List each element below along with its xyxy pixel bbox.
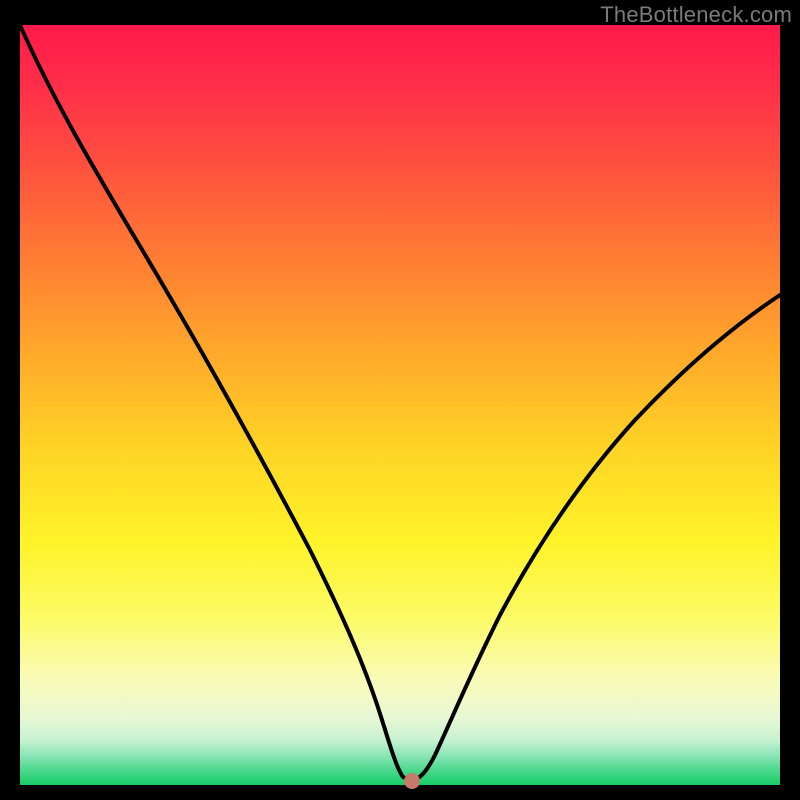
bottleneck-curve bbox=[20, 25, 780, 781]
plot-area bbox=[20, 25, 780, 785]
optimal-point-marker bbox=[404, 773, 420, 789]
chart-stage: TheBottleneck.com bbox=[0, 0, 800, 800]
curve-svg bbox=[20, 25, 780, 785]
